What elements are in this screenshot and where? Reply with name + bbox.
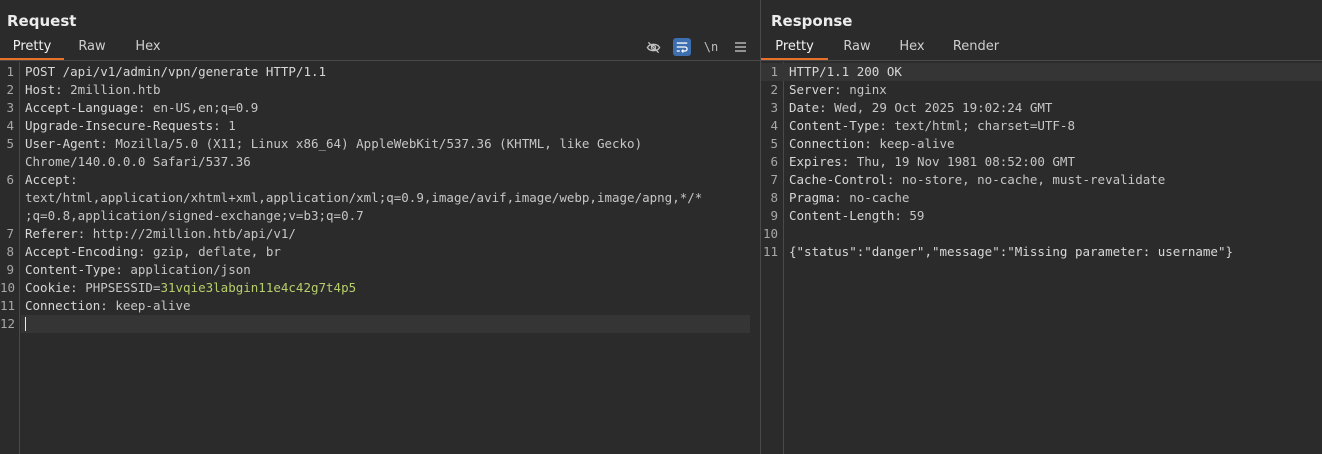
request-tab-raw[interactable]: Raw <box>70 36 114 60</box>
text-cursor <box>25 317 26 331</box>
response-pane: Response Pretty Raw Hex Render 1 HTTP/1.… <box>761 0 1322 454</box>
request-line: 8 Accept-Encoding: gzip, deflate, br <box>6 244 281 259</box>
response-line-current: 1 HTTP/1.1 200 OK <box>761 63 1322 81</box>
response-line: 7 Cache-Control: no-store, no-cache, mus… <box>770 172 1166 187</box>
request-line: 3 Accept-Language: en-US,en;q=0.9 <box>6 100 259 115</box>
word-wrap-icon[interactable] <box>673 38 691 56</box>
cookie-value: 31vqie3labgin11e4c42g7t4p5 <box>160 280 357 295</box>
response-tab-hex[interactable]: Hex <box>890 36 934 60</box>
eye-slash-icon[interactable] <box>644 38 662 56</box>
response-line: 10 <box>762 226 778 241</box>
response-line: 4 Content-Type: text/html; charset=UTF-8 <box>770 118 1075 133</box>
request-line-continuation: text/html,application/xhtml+xml,applicat… <box>25 190 703 205</box>
request-title: Request <box>7 12 77 30</box>
response-title: Response <box>771 12 853 30</box>
request-tab-pretty[interactable]: Pretty <box>0 36 64 60</box>
response-line: 6 Expires: Thu, 19 Nov 1981 08:52:00 GMT <box>770 154 1075 169</box>
response-tab-pretty[interactable]: Pretty <box>761 36 828 60</box>
response-line: 8 Pragma: no-cache <box>770 190 910 205</box>
request-line: 11 Connection: keep-alive <box>0 297 760 316</box>
request-line: 9 Content-Type: application/json <box>6 262 251 277</box>
request-line-continuation: Chrome/140.0.0.0 Safari/537.36 <box>25 154 251 169</box>
response-tabbar: Pretty Raw Hex Render <box>761 36 1322 61</box>
response-line: 5 Connection: keep-alive <box>770 136 955 151</box>
response-tab-raw[interactable]: Raw <box>835 36 879 60</box>
hamburger-menu-icon[interactable] <box>731 38 749 56</box>
request-line: 6 Accept: <box>6 172 78 187</box>
request-line-cookie: 10 Cookie: PHPSESSID=31vqie3labgin11e4c4… <box>0 280 357 295</box>
request-line: 4 Upgrade-Insecure-Requests: 1 <box>6 118 236 133</box>
request-editor[interactable]: 1 POST /api/v1/admin/vpn/generate HTTP/1… <box>0 62 760 454</box>
response-line: 2 Server: nginx <box>770 82 887 97</box>
request-line: 5 User-Agent: Mozilla/5.0 (X11; Linux x8… <box>6 136 643 151</box>
request-line-continuation: ;q=0.8,application/signed-exchange;v=b3;… <box>25 208 364 223</box>
response-tab-render[interactable]: Render <box>946 36 1006 60</box>
response-line: 9 Content-Length: 59 <box>770 208 925 223</box>
request-tab-hex[interactable]: Hex <box>126 36 170 60</box>
response-line: 3 Date: Wed, 29 Oct 2025 19:02:24 GMT <box>770 100 1053 115</box>
request-pane: Request Pretty Raw Hex \n 1 POST /api/v1… <box>0 0 760 454</box>
show-newlines-icon[interactable]: \n <box>702 38 720 56</box>
request-line: 1 POST /api/v1/admin/vpn/generate HTTP/1… <box>6 64 327 79</box>
response-editor[interactable]: 1 HTTP/1.1 200 OK 2 Server: nginx 3 Date… <box>761 62 1322 454</box>
request-line-current[interactable]: 12 <box>0 315 750 333</box>
request-line: 2 Host: 2million.htb <box>6 82 161 97</box>
response-line-body: 11 {"status":"danger","message":"Missing… <box>762 244 1234 259</box>
request-line: 7 Referer: http://2million.htb/api/v1/ <box>6 226 296 241</box>
